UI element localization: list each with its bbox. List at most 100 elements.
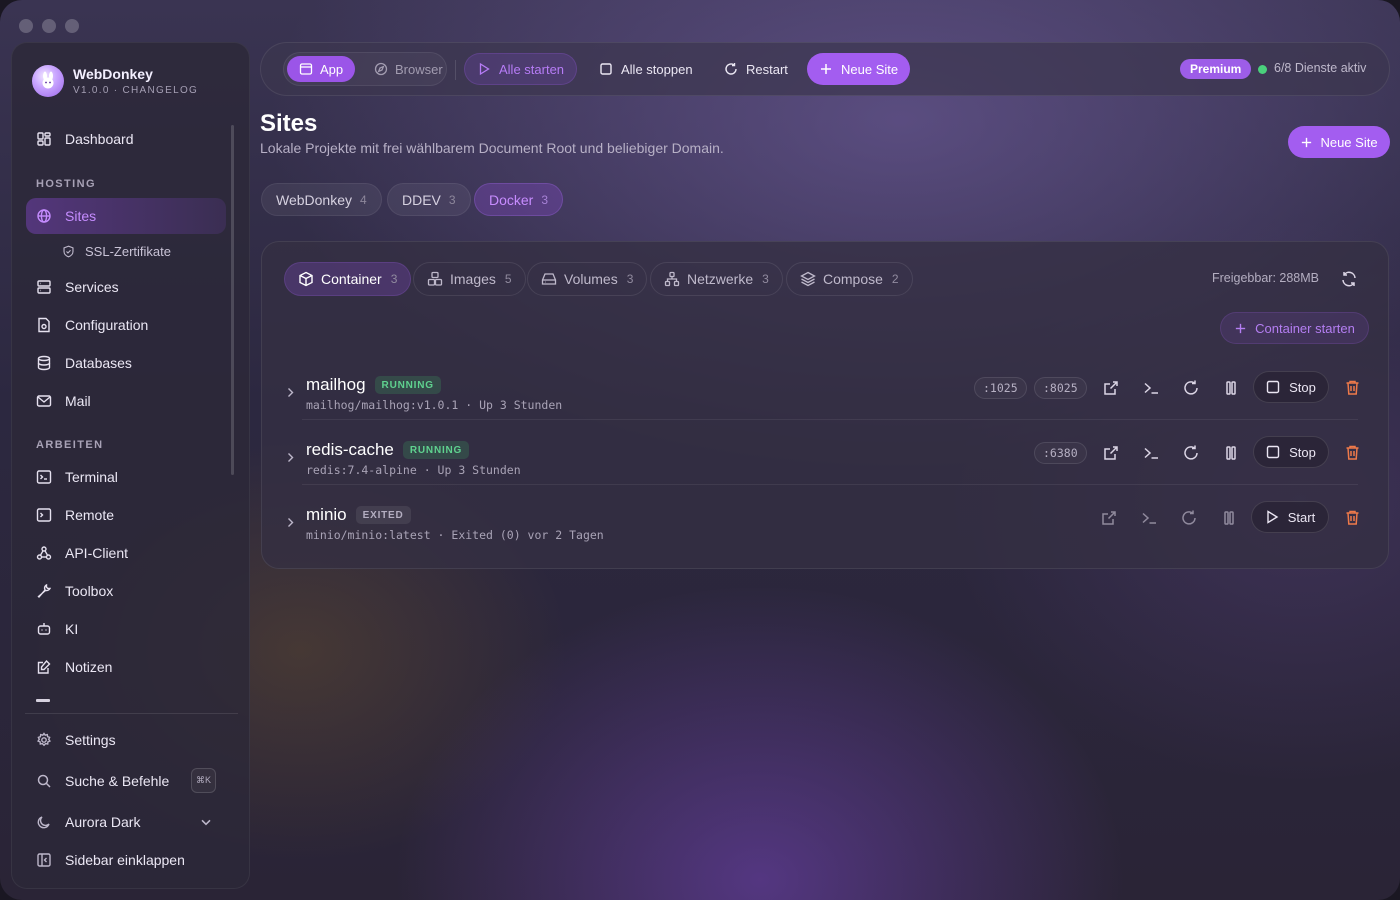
sidebar-item-remote[interactable]: Remote: [26, 497, 226, 533]
stop-container-button[interactable]: Stop: [1253, 371, 1329, 403]
start-container-row-button[interactable]: Start: [1251, 501, 1329, 533]
hard-drive-icon: [541, 273, 557, 285]
collapse-sidebar-button[interactable]: Sidebar einklappen: [26, 842, 226, 878]
mode-browser-button[interactable]: Browser: [362, 56, 455, 82]
open-external-icon[interactable]: [1100, 509, 1118, 527]
subtab-label: Container: [321, 271, 382, 287]
sidebar-item-terminal[interactable]: Terminal: [26, 459, 226, 495]
brand[interactable]: WebDonkey V1.0.0 · CHANGELOG: [32, 65, 198, 97]
compass-icon: [374, 62, 388, 76]
chevron-right-icon[interactable]: [284, 451, 297, 464]
restart-icon[interactable]: [1180, 509, 1198, 527]
theme-select[interactable]: Aurora Dark: [26, 804, 226, 840]
play-icon: [479, 62, 490, 76]
container-row-mailhog[interactable]: mailhog RUNNING mailhog/mailhog:v1.0.1 ·…: [276, 362, 1376, 426]
console-icon[interactable]: [1142, 444, 1160, 462]
tab-docker[interactable]: Docker 3: [474, 183, 564, 216]
chevron-down-icon: [201, 819, 211, 826]
database-icon: [37, 355, 51, 371]
tab-ddev[interactable]: DDEV 3: [387, 183, 471, 216]
port-badge[interactable]: :1025: [974, 377, 1027, 399]
start-container-button[interactable]: Container starten: [1220, 312, 1369, 344]
restart-icon[interactable]: [1182, 379, 1200, 397]
open-external-icon[interactable]: [1102, 379, 1120, 397]
sidebar-item-notizen[interactable]: Notizen: [26, 649, 226, 685]
sidebar-item-label: Notizen: [65, 659, 113, 675]
action-label: Stop: [1289, 444, 1316, 460]
restart-icon[interactable]: [1182, 444, 1200, 462]
refresh-icon[interactable]: [1340, 270, 1358, 288]
sidebar-item-sites[interactable]: Sites: [26, 198, 226, 234]
port-badge[interactable]: :8025: [1034, 377, 1087, 399]
terminal-icon: [36, 470, 52, 484]
sidebar-item-ki[interactable]: KI: [26, 611, 226, 647]
tab-label: Docker: [489, 191, 534, 208]
server-icon: [37, 280, 51, 294]
sidebar: WebDonkey V1.0.0 · CHANGELOG Dashboard H…: [11, 42, 250, 889]
top-toolbar: App Browser Alle starten Alle stoppen Re…: [260, 42, 1390, 96]
sidebar-item-toolbox[interactable]: Toolbox: [26, 573, 226, 609]
trash-icon[interactable]: [1344, 379, 1361, 396]
sidebar-item-configuration[interactable]: Configuration: [26, 307, 226, 343]
pause-icon[interactable]: [1220, 509, 1238, 527]
premium-badge[interactable]: Premium: [1180, 59, 1252, 79]
sidebar-item-label: Mail: [65, 393, 91, 409]
sidebar-item-services[interactable]: Services: [26, 269, 226, 305]
open-external-icon[interactable]: [1102, 444, 1120, 462]
tab-webdonkey[interactable]: WebDonkey 4: [261, 183, 382, 216]
header-new-site-button[interactable]: Neue Site: [1288, 126, 1390, 158]
dashboard-icon: [37, 132, 51, 146]
restart-button[interactable]: Restart: [712, 53, 800, 85]
subtab-label: Images: [450, 271, 496, 287]
sidebar-collapse-icon: [37, 853, 51, 867]
console-icon[interactable]: [1142, 379, 1160, 397]
subtab-volumes[interactable]: Volumes 3: [527, 262, 648, 296]
plus-icon: [821, 64, 831, 74]
section-label-hosting: HOSTING: [36, 178, 96, 190]
minimize-window-button[interactable]: [42, 19, 56, 33]
theme-label: Aurora Dark: [65, 814, 141, 830]
chevron-right-icon[interactable]: [284, 386, 297, 399]
close-window-button[interactable]: [19, 19, 33, 33]
stop-container-button[interactable]: Stop: [1253, 436, 1329, 468]
keyboard-shortcut: ⌘K: [191, 768, 216, 793]
tab-count: 4: [360, 192, 367, 207]
sidebar-item-databases[interactable]: Databases: [26, 345, 226, 381]
reclaimable-space: Freigebbar: 288MB: [1212, 271, 1320, 285]
container-name: mailhog RUNNING: [306, 375, 441, 395]
play-icon: [1267, 510, 1279, 524]
sidebar-scrollbar[interactable]: [231, 125, 234, 475]
subtab-container[interactable]: Container 3: [284, 262, 412, 296]
services-status-dot: [1258, 65, 1267, 74]
start-all-button[interactable]: Alle starten: [464, 53, 578, 85]
container-row-redis-cache[interactable]: redis-cache RUNNING redis:7.4-alpine · U…: [276, 427, 1376, 491]
sidebar-item-label: SSL-Zertifikate: [85, 243, 171, 259]
subtab-images[interactable]: Images 5: [413, 262, 526, 296]
sidebar-item-search-commands[interactable]: Suche & Befehle ⌘K: [26, 763, 226, 799]
pause-icon[interactable]: [1222, 379, 1240, 397]
zoom-window-button[interactable]: [65, 19, 79, 33]
version-changelog-link[interactable]: V1.0.0 · CHANGELOG: [73, 85, 198, 96]
plus-icon: [1302, 137, 1312, 147]
action-label: Start: [1287, 509, 1316, 525]
console-icon[interactable]: [1140, 509, 1158, 527]
stop-all-button[interactable]: Alle stoppen: [587, 53, 705, 85]
chevron-right-icon[interactable]: [284, 516, 297, 529]
sidebar-item-ssl-certificates[interactable]: SSL-Zertifikate: [52, 233, 227, 269]
services-status-text[interactable]: 6/8 Dienste aktiv: [1274, 61, 1366, 75]
port-badge[interactable]: :6380: [1034, 442, 1087, 464]
mode-browser-label: Browser: [395, 61, 443, 77]
sidebar-item-settings[interactable]: Settings: [26, 722, 226, 758]
sidebar-item-api-client[interactable]: API-Client: [26, 535, 226, 571]
trash-icon[interactable]: [1344, 509, 1361, 526]
container-row-minio[interactable]: minio EXITED minio/minio:latest · Exited…: [276, 492, 1376, 556]
sidebar-item-dashboard[interactable]: Dashboard: [26, 121, 226, 157]
page-subtitle: Lokale Projekte mit frei wählbarem Docum…: [260, 140, 724, 156]
trash-icon[interactable]: [1344, 444, 1361, 461]
toolbar-new-site-button[interactable]: Neue Site: [807, 53, 911, 85]
sidebar-item-mail[interactable]: Mail: [26, 383, 226, 419]
mode-app-button[interactable]: App: [287, 56, 356, 82]
subtab-compose[interactable]: Compose 2: [786, 262, 913, 296]
pause-icon[interactable]: [1222, 444, 1240, 462]
subtab-netzwerke[interactable]: Netzwerke 3: [650, 262, 783, 296]
